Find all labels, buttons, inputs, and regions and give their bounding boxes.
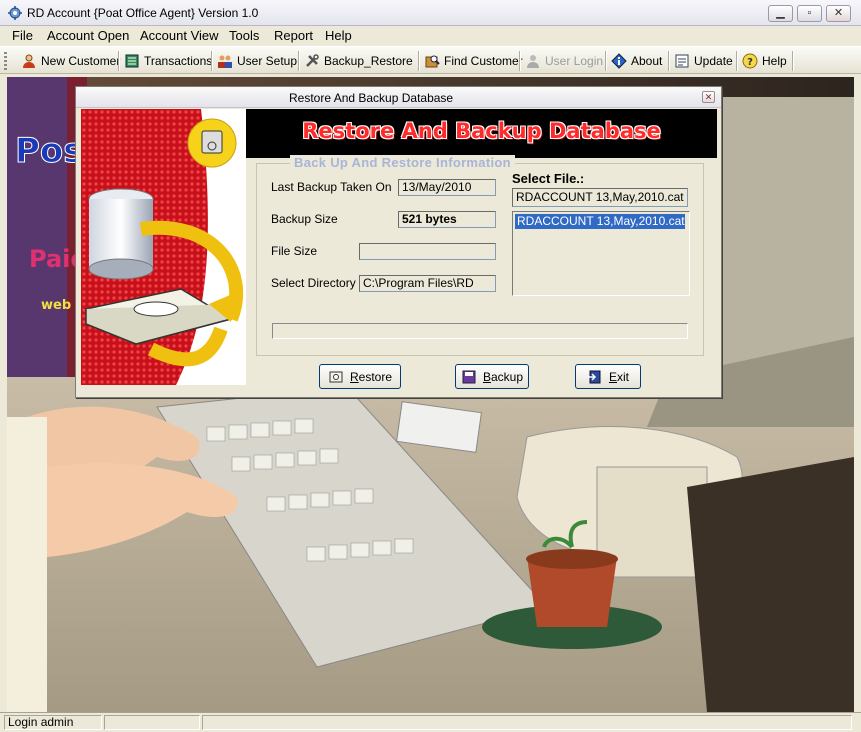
- backup-size-label: Backup Size: [271, 212, 338, 226]
- minimize-icon: ▁: [776, 7, 785, 19]
- user-login-icon: [527, 55, 539, 68]
- dialog-banner: Restore And Backup Database: [246, 109, 717, 158]
- select-directory-label: Select Directory: [271, 276, 356, 290]
- help-icon: ?: [742, 53, 758, 69]
- restore-icon: [329, 371, 343, 382]
- help-button[interactable]: ? Help: [742, 50, 787, 72]
- about-button[interactable]: About: [611, 50, 662, 72]
- dialog-title: Restore And Backup Database: [289, 91, 454, 105]
- find-customer-button[interactable]: Find Customer: [424, 50, 523, 72]
- close-icon: ✕: [704, 92, 713, 102]
- window-title: RD Account {Poat Office Agent} Version 1…: [27, 6, 259, 20]
- update-icon: [675, 54, 689, 68]
- find-icon: [425, 55, 440, 68]
- tools-icon: [306, 54, 319, 67]
- backup-artwork: [81, 109, 246, 385]
- file-size-label: File Size: [271, 244, 318, 258]
- select-directory-field[interactable]: C:\Program Files\RD: [359, 275, 496, 292]
- status-panel-2: [104, 715, 200, 730]
- restore-backup-dialog: Restore And Backup Database ✕ Restore An…: [75, 86, 722, 398]
- restore-button[interactable]: Restore: [319, 364, 401, 389]
- menu-help[interactable]: Help: [325, 28, 352, 43]
- minimize-button[interactable]: ▁: [768, 5, 793, 22]
- exit-button[interactable]: Exit: [575, 364, 641, 389]
- menu-file[interactable]: File: [12, 28, 33, 43]
- svg-text:?: ?: [747, 57, 753, 68]
- backup-progress-bar: [272, 323, 688, 339]
- toolbar: New Customer Transactions User Setup Bac…: [0, 46, 861, 74]
- backup-illustration: [81, 109, 246, 385]
- list-item[interactable]: RDACCOUNT 13,May,2010.cat: [515, 214, 685, 229]
- backup-size-field: 521 bytes: [398, 211, 496, 228]
- menu-tools[interactable]: Tools: [229, 28, 259, 43]
- ledger-icon: [125, 54, 139, 68]
- bg-logo-web: web: [41, 298, 71, 313]
- backup-restore-button[interactable]: Backup_Restore: [304, 50, 413, 72]
- last-backup-label: Last Backup Taken On: [271, 180, 392, 194]
- user-login-button[interactable]: User Login: [525, 50, 603, 72]
- backup-button[interactable]: Backup: [455, 364, 529, 389]
- close-button[interactable]: ✕: [826, 5, 851, 22]
- close-icon: ✕: [833, 7, 844, 19]
- person-icon: [23, 54, 35, 68]
- file-size-field: [359, 243, 496, 260]
- last-backup-field: 13/May/2010: [398, 179, 496, 196]
- dialog-title-bar: Restore And Backup Database ✕: [76, 87, 721, 108]
- toolbar-grip[interactable]: [4, 52, 7, 70]
- status-user: Login admin: [4, 715, 102, 730]
- user-setup-button[interactable]: User Setup: [217, 50, 297, 72]
- status-bar: Login admin: [0, 712, 861, 732]
- window-title-bar: RD Account {Poat Office Agent} Version 1…: [0, 0, 861, 26]
- group-title: Back Up And Restore Information: [290, 155, 515, 170]
- transactions-button[interactable]: Transactions: [124, 50, 212, 72]
- update-button[interactable]: Update: [674, 50, 733, 72]
- dialog-close-button[interactable]: ✕: [702, 91, 715, 103]
- users-icon: [218, 55, 232, 68]
- maximize-button[interactable]: ▫: [797, 5, 822, 22]
- select-file-label: Select File.:: [512, 171, 585, 186]
- maximize-icon: ▫: [807, 7, 812, 19]
- file-list[interactable]: RDACCOUNT 13,May,2010.cat: [512, 211, 690, 296]
- menu-report[interactable]: Report: [274, 28, 313, 43]
- menu-account-open[interactable]: Account Open: [47, 28, 129, 43]
- menu-account-view[interactable]: Account View: [140, 28, 219, 43]
- status-panel-3: [202, 715, 852, 730]
- app-icon: [8, 6, 22, 20]
- exit-icon: [587, 370, 601, 383]
- info-icon: [611, 53, 627, 69]
- backup-icon: [462, 370, 476, 383]
- banner-title: Restore And Backup Database: [302, 119, 661, 143]
- selected-file-field[interactable]: RDACCOUNT 13,May,2010.cat: [512, 188, 688, 207]
- new-customer-button[interactable]: New Customer: [21, 50, 120, 72]
- menu-bar: File Account Open Account View Tools Rep…: [0, 26, 861, 46]
